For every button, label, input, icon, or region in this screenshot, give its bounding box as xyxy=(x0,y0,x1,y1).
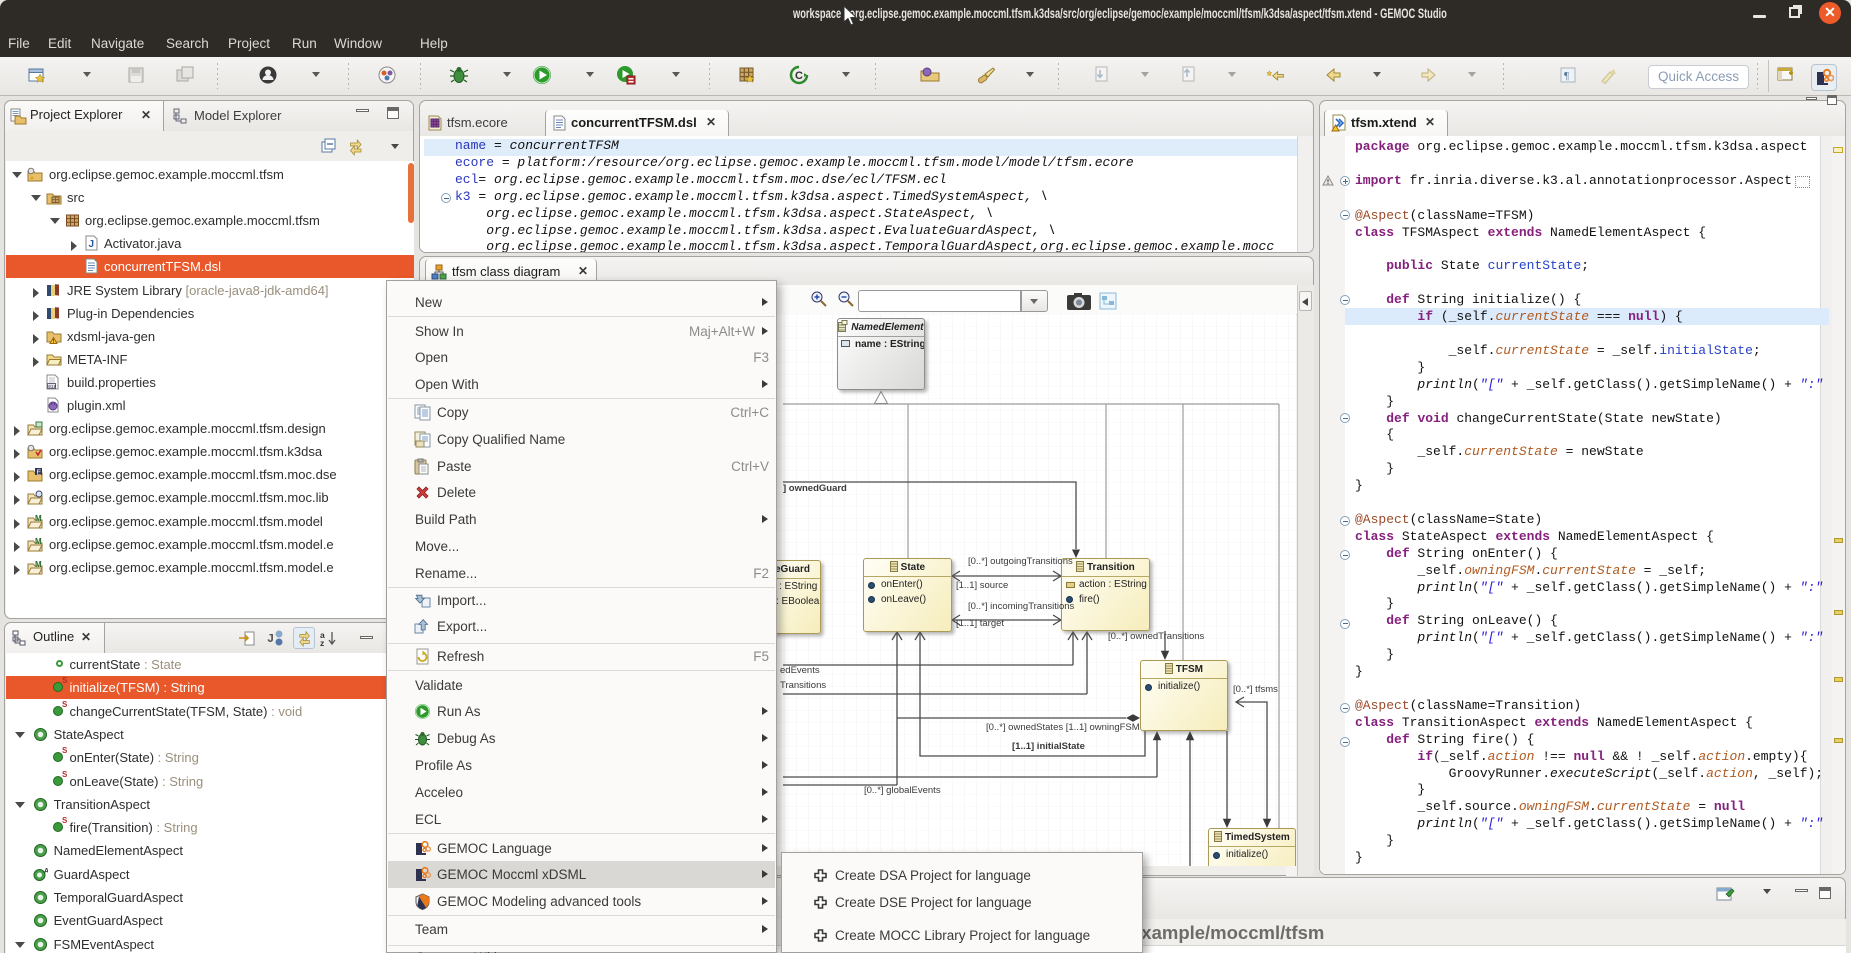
svg-text:¶: ¶ xyxy=(1564,70,1569,82)
svg-text:E: E xyxy=(37,470,42,477)
svg-text:M: M xyxy=(35,537,42,546)
svg-text:z: z xyxy=(320,638,324,647)
svg-text:M: M xyxy=(35,560,42,569)
svg-text:M: M xyxy=(35,514,42,523)
svg-text:J: J xyxy=(267,632,274,646)
svg-text:C: C xyxy=(795,70,803,82)
svg-text:J: J xyxy=(89,239,95,250)
svg-text:!: ! xyxy=(53,338,55,343)
svg-text:A: A xyxy=(44,868,48,875)
svg-text:010: 010 xyxy=(48,384,56,390)
